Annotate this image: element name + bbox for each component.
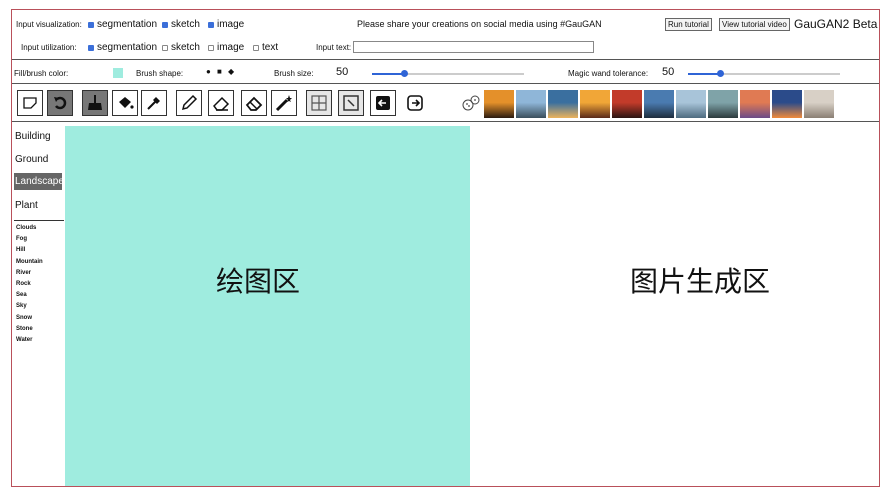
util-option-sketch[interactable]: sketch [154, 42, 200, 53]
input-visualization-label: Input visualization: [16, 20, 82, 29]
subcategory-item[interactable]: Hill [16, 247, 25, 253]
util-option-image[interactable]: image [200, 42, 244, 53]
view-tutorial-video-button[interactable]: View tutorial video [719, 18, 790, 31]
style-thumbnail[interactable] [740, 90, 770, 118]
dice-icon[interactable] [458, 90, 484, 116]
select-tool-icon[interactable] [17, 90, 43, 116]
divider [14, 220, 64, 221]
subcategory-item[interactable]: Fog [16, 236, 27, 242]
subcategory-item[interactable]: Snow [16, 315, 32, 321]
style-thumbnail[interactable] [548, 90, 578, 118]
run-tutorial-button[interactable]: Run tutorial [665, 18, 712, 31]
util-option-text[interactable]: text [245, 42, 278, 53]
slider-knob[interactable] [400, 70, 408, 77]
fill-bucket-icon[interactable] [112, 90, 138, 116]
subcategory-item[interactable]: Stone [16, 326, 33, 332]
divider [12, 121, 879, 122]
subcategory-item[interactable]: Clouds [16, 225, 36, 231]
drawing-canvas[interactable]: 绘图区 [65, 126, 470, 486]
subcategory-item[interactable]: Sky [16, 303, 27, 309]
subcategory-item[interactable]: Rock [16, 281, 31, 287]
style-thumbnail[interactable] [676, 90, 706, 118]
divider [12, 83, 879, 84]
style-thumbnail[interactable] [516, 90, 546, 118]
app-frame: Input visualization: segmentation sketch… [11, 9, 880, 487]
fill-color-label: Fill/brush color: [14, 69, 69, 78]
checkbox-icon[interactable] [162, 44, 168, 51]
undo-icon[interactable] [47, 90, 73, 116]
eraser-icon[interactable] [208, 90, 234, 116]
brush-size-slider[interactable] [372, 70, 524, 77]
checkbox-icon[interactable] [208, 21, 214, 28]
checkbox-icon[interactable] [88, 44, 94, 51]
pencil-icon[interactable] [176, 90, 202, 116]
brush-shape-label: Brush shape: [136, 69, 184, 78]
broom-icon[interactable] [82, 90, 108, 116]
checkbox-icon[interactable] [88, 21, 94, 28]
style-thumbnail[interactable] [612, 90, 642, 118]
style-thumbnail[interactable] [484, 90, 514, 118]
style-thumbnail[interactable] [804, 90, 834, 118]
slider-fill [372, 73, 404, 75]
category-ground[interactable]: Ground [15, 154, 48, 165]
drawing-area-label: 绘图区 [216, 265, 301, 298]
grid-icon[interactable] [306, 90, 332, 116]
arrow-left-box-icon[interactable] [370, 90, 396, 116]
arrow-right-box-icon[interactable] [402, 90, 428, 116]
vis-option-segmentation[interactable]: segmentation [80, 19, 157, 30]
vis-option-sketch[interactable]: sketch [154, 19, 200, 30]
wand-tolerance-value: 50 [662, 66, 675, 78]
subcategory-item[interactable]: Sea [16, 292, 27, 298]
output-canvas: 图片生成区 [472, 126, 879, 486]
subcategory-item[interactable]: Water [16, 337, 32, 343]
magic-wand-icon[interactable] [271, 90, 297, 116]
eyedropper-icon[interactable] [141, 90, 167, 116]
style-thumbnail[interactable] [772, 90, 802, 118]
brush-shape-square[interactable]: ■ [217, 67, 222, 76]
divider [12, 59, 879, 60]
brush-size-value: 50 [336, 66, 349, 78]
checkbox-icon[interactable] [253, 44, 259, 51]
app-title: GauGAN2 Beta [794, 17, 878, 31]
image-edit-icon[interactable] [338, 90, 364, 116]
input-text-field[interactable] [353, 41, 594, 53]
vis-option-image[interactable]: image [200, 19, 244, 30]
category-landscape[interactable]: Landscape [14, 173, 64, 190]
slider-fill [688, 73, 720, 75]
util-option-segmentation[interactable]: segmentation [80, 42, 157, 53]
style-thumbnail[interactable] [580, 90, 610, 118]
checkbox-icon[interactable] [162, 21, 168, 28]
style-thumbnail[interactable] [708, 90, 738, 118]
rubber-eraser-icon[interactable] [241, 90, 267, 116]
fill-color-swatch[interactable] [113, 68, 123, 78]
wand-tolerance-slider[interactable] [688, 70, 840, 77]
category-building[interactable]: Building [15, 131, 51, 142]
category-plant[interactable]: Plant [15, 200, 38, 211]
input-utilization-label: Input utilization: [21, 43, 77, 52]
brush-shape-diamond[interactable]: ◆ [228, 67, 234, 76]
subcategory-item[interactable]: Mountain [16, 259, 43, 265]
output-area-label: 图片生成区 [630, 265, 771, 298]
brush-shape-circle[interactable]: ● [206, 67, 211, 76]
brush-size-label: Brush size: [274, 69, 314, 78]
subcategory-item[interactable]: River [16, 270, 31, 276]
wand-tolerance-label: Magic wand tolerance: [568, 69, 649, 78]
share-text: Please share your creations on social me… [357, 19, 602, 29]
checkbox-icon[interactable] [208, 44, 214, 51]
input-text-label: Input text: [316, 43, 352, 52]
style-thumbnail[interactable] [644, 90, 674, 118]
slider-knob[interactable] [716, 70, 724, 77]
